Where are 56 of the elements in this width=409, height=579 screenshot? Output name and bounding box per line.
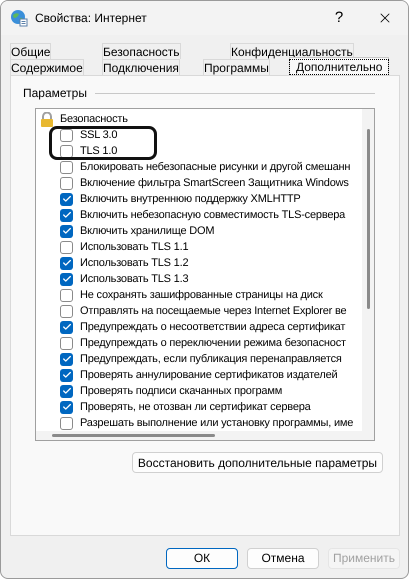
option-label: Использовать TLS 1.2 xyxy=(80,256,188,271)
option-label: Блокировать небезопасные рисунки и другой смешанн xyxy=(80,160,350,175)
checkbox[interactable] xyxy=(60,192,73,206)
tab[interactable]: Общие xyxy=(10,43,52,59)
window-title: Свойства: Интернет xyxy=(35,10,147,27)
option-label: Включение фильтра SmartScreen Защитника Windows xyxy=(80,176,349,191)
option-label: Проверять подписи скачанных программ xyxy=(80,384,282,399)
checkbox[interactable] xyxy=(60,224,73,238)
checkbox[interactable] xyxy=(60,256,73,270)
tab[interactable]: Безопасность xyxy=(102,43,181,59)
tab[interactable]: Конфиденциальность xyxy=(230,43,354,59)
checkbox[interactable] xyxy=(60,240,73,254)
dialog-button[interactable]: ОК xyxy=(166,548,238,568)
option-label: Предупреждать о несоответствии адреса сертификат xyxy=(80,320,346,335)
option-label: Включить внутреннюю поддержку XMLHTTP xyxy=(80,192,300,207)
tab[interactable]: Содержимое xyxy=(10,59,84,75)
checkbox[interactable] xyxy=(60,384,73,398)
option-label: Использовать TLS 1.1 xyxy=(80,240,188,255)
restore-button[interactable]: Восстановить дополнительные параметры xyxy=(132,452,383,473)
globe-icon xyxy=(10,9,28,27)
checkbox[interactable] xyxy=(60,144,73,158)
option-label: Разрешать выполнение или установку программы, име xyxy=(80,416,354,431)
checkbox[interactable] xyxy=(60,416,73,430)
checkbox[interactable] xyxy=(60,208,73,222)
checkbox[interactable] xyxy=(60,304,73,318)
scrollbar[interactable] xyxy=(52,434,215,437)
option-label: Предупреждать, если публикация перенаправляется xyxy=(80,352,342,367)
option-label: Включить небезопасную совместимость TLS-сервера xyxy=(80,208,346,223)
option-label: Предупреждать о переключении режима безопасност xyxy=(80,336,346,351)
option-label: Не сохранять зашифрованные страницы на диск xyxy=(80,288,323,303)
option-label: Проверять аннулирование сертификатов издателей xyxy=(80,368,338,383)
option-label: TLS 1.0 xyxy=(80,144,118,159)
tab[interactable]: Подключения xyxy=(102,59,180,75)
checkbox[interactable] xyxy=(60,176,73,190)
checkbox[interactable] xyxy=(60,320,73,334)
category-label: Безопасность xyxy=(60,112,128,127)
option-label: Отправлять на посещаемые через Internet Explorer ве xyxy=(80,304,346,319)
checkbox[interactable] xyxy=(60,128,73,142)
dialog-button[interactable]: Отмена xyxy=(247,548,319,568)
tab[interactable]: Дополнительно xyxy=(289,57,390,75)
checkbox[interactable] xyxy=(60,288,73,302)
checkbox[interactable] xyxy=(60,400,73,414)
tab[interactable]: Программы xyxy=(203,59,270,75)
checkbox[interactable] xyxy=(60,336,73,350)
scrollbar[interactable] xyxy=(366,129,370,309)
checkbox[interactable] xyxy=(60,160,73,174)
option-label: Включить хранилище DOM xyxy=(80,224,214,239)
checkbox[interactable] xyxy=(60,272,73,286)
option-label: Использовать TLS 1.3 xyxy=(80,272,188,287)
option-label: Проверять, не отозван ли сертификат сервера xyxy=(80,400,311,415)
help-button[interactable]: ? xyxy=(316,3,362,33)
checkbox[interactable] xyxy=(60,368,73,382)
group-title: Параметры xyxy=(23,85,87,102)
checkbox[interactable] xyxy=(60,352,73,366)
lock-icon xyxy=(40,112,54,126)
option-label: SSL 3.0 xyxy=(80,128,118,143)
